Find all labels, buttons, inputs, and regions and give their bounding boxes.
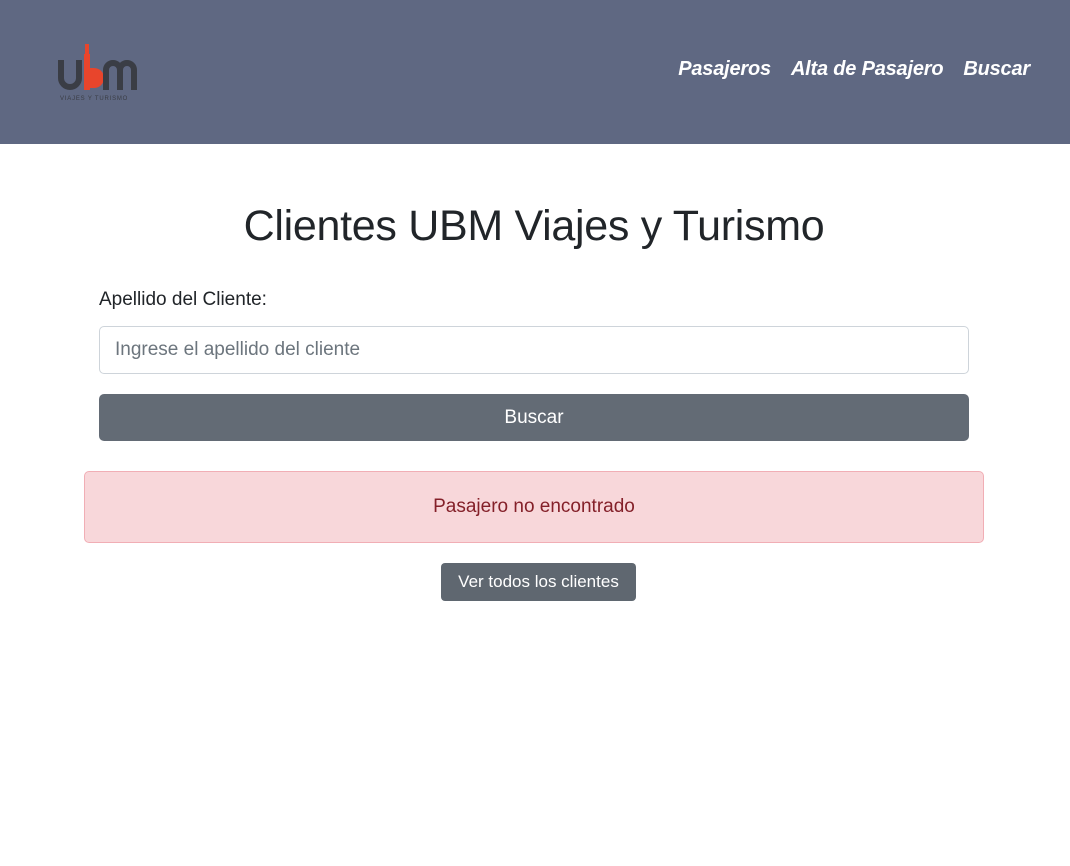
not-found-alert: Pasajero no encontrado <box>84 471 984 543</box>
view-all-clients-button[interactable]: Ver todos los clientes <box>441 563 636 601</box>
brand-logo[interactable]: VIAJES Y TURISMO <box>58 40 144 106</box>
navbar: VIAJES Y TURISMO Pasajeros Alta de Pasaj… <box>0 0 1070 144</box>
surname-label: Apellido del Cliente: <box>99 289 267 310</box>
nav-link-buscar[interactable]: Buscar <box>963 58 1030 81</box>
search-button[interactable]: Buscar <box>99 394 969 441</box>
ubm-logo-icon: VIAJES Y TURISMO <box>58 44 137 102</box>
surname-search-input[interactable] <box>99 326 969 374</box>
svg-text:VIAJES Y TURISMO: VIAJES Y TURISMO <box>60 96 128 102</box>
page-title: Clientes UBM Viajes y Turismo <box>243 202 825 250</box>
nav-link-alta-pasajero[interactable]: Alta de Pasajero <box>791 58 944 81</box>
main-nav: Pasajeros Alta de Pasajero Buscar <box>678 58 1030 81</box>
nav-link-pasajeros[interactable]: Pasajeros <box>678 58 771 81</box>
alert-message: Pasajero no encontrado <box>433 496 635 517</box>
